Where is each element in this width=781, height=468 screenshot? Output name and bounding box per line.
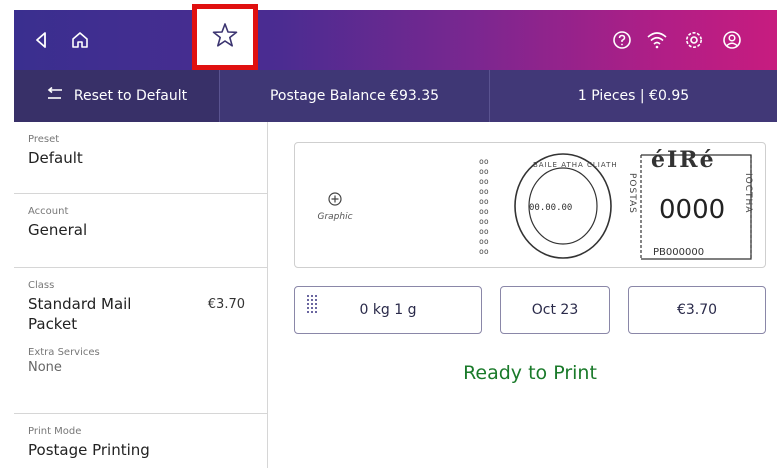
pieces-counter-button[interactable]: 1 Pieces | €0.95 xyxy=(490,70,777,122)
scale-icon xyxy=(307,295,317,321)
preset-label: Preset xyxy=(28,134,60,145)
class-section[interactable]: Class Standard Mail Packet €3.70 Extra S… xyxy=(14,268,267,414)
amount-value: €3.70 xyxy=(676,302,718,318)
print-mode-label: Print Mode xyxy=(28,426,82,437)
indicia-side-right: IOCTHA xyxy=(743,173,753,214)
reset-label: Reset to Default xyxy=(73,88,188,104)
class-label: Class xyxy=(28,280,55,291)
star-icon xyxy=(211,21,239,53)
postmark-text: BAILE ATHA CLIATH xyxy=(533,161,618,169)
class-value-line1: Standard Mail xyxy=(28,295,132,313)
date-value: Oct 23 xyxy=(531,302,579,318)
frame-left xyxy=(0,0,14,468)
class-row: Standard Mail Packet €3.70 xyxy=(28,291,253,333)
extra-services-label: Extra Services xyxy=(28,347,100,358)
sidebar: Preset Default Account General Class Sta… xyxy=(14,122,268,468)
stamp-preview[interactable]: Graphic oo oo oo oo oo oo oo oo oo oo 00.00.00 BA… xyxy=(294,142,766,268)
wifi-icon[interactable] xyxy=(644,28,670,52)
postage-balance-button[interactable]: Postage Balance €93.35 xyxy=(220,70,490,122)
reset-icon xyxy=(46,86,64,105)
graphic-label: Graphic xyxy=(317,212,353,222)
balance-label: Postage Balance €93.35 xyxy=(269,88,440,104)
extra-services-value: None xyxy=(28,360,62,375)
favorite-star-button[interactable] xyxy=(192,4,258,70)
account-section[interactable]: Account General xyxy=(14,194,267,268)
preset-value: Default xyxy=(28,149,83,167)
status-message: Ready to Print xyxy=(463,362,597,384)
datamatrix-dots: oo oo oo oo oo oo oo oo oo oo xyxy=(479,157,489,256)
class-value-line2: Packet xyxy=(28,315,78,333)
date-button[interactable]: Oct 23 xyxy=(500,286,610,334)
frame-top xyxy=(0,0,781,10)
help-icon[interactable] xyxy=(610,28,634,52)
preset-section[interactable]: Preset Default xyxy=(14,122,267,194)
back-icon[interactable] xyxy=(30,28,54,52)
graphic-slot[interactable]: Graphic xyxy=(305,191,365,222)
info-bar: Reset to Default Postage Balance €93.35 … xyxy=(14,70,777,122)
pieces-label: 1 Pieces | €0.95 xyxy=(577,88,690,104)
indicia-side-left: POSTAS xyxy=(627,173,637,214)
indicia-amount: 0000 xyxy=(659,195,726,225)
weight-button[interactable]: 0 kg 1 g xyxy=(294,286,482,334)
user-icon[interactable] xyxy=(720,28,744,52)
print-mode-value: Postage Printing xyxy=(28,441,150,459)
top-bar xyxy=(14,10,777,70)
country-label: éIRé xyxy=(651,147,716,173)
add-graphic-icon xyxy=(328,191,342,210)
home-icon[interactable] xyxy=(68,28,92,52)
class-price: €3.70 xyxy=(207,297,245,312)
eire-indicia: éIRé 0000 PB000000 POSTAS IOCTHA xyxy=(623,147,763,265)
postmark-date: 00.00.00 xyxy=(529,203,573,213)
account-label: Account xyxy=(28,206,69,217)
amount-button[interactable]: €3.70 xyxy=(628,286,766,334)
settings-icon[interactable] xyxy=(682,28,706,52)
reset-to-default-button[interactable]: Reset to Default xyxy=(14,70,220,122)
account-value: General xyxy=(28,221,88,239)
weight-value: 0 kg 1 g xyxy=(359,302,417,318)
print-mode-section[interactable]: Print Mode Postage Printing xyxy=(14,414,267,468)
pb-number: PB000000 xyxy=(653,247,705,258)
